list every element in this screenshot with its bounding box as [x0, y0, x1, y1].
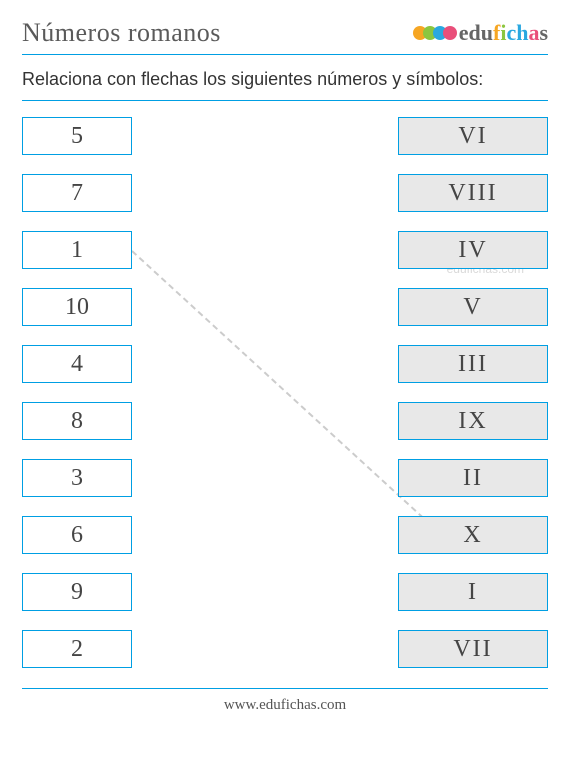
roman-box[interactable]: I	[398, 573, 548, 611]
roman-box[interactable]: II	[398, 459, 548, 497]
number-box[interactable]: 10	[22, 288, 132, 326]
roman-box[interactable]: VI	[398, 117, 548, 155]
roman-box[interactable]: V	[398, 288, 548, 326]
columns: 5 7 1 10 4 8 3 6 9 2 VI VIII IV V III IX…	[22, 117, 548, 668]
roman-box[interactable]: IV	[398, 231, 548, 269]
roman-box[interactable]: X	[398, 516, 548, 554]
number-box[interactable]: 3	[22, 459, 132, 497]
number-box[interactable]: 8	[22, 402, 132, 440]
logo-cloud-icon	[413, 26, 457, 40]
top-divider	[22, 100, 548, 101]
number-box[interactable]: 2	[22, 630, 132, 668]
bottom-divider	[22, 688, 548, 689]
number-box[interactable]: 6	[22, 516, 132, 554]
roman-box[interactable]: III	[398, 345, 548, 383]
number-box[interactable]: 4	[22, 345, 132, 383]
right-column: VI VIII IV V III IX II X I VII	[398, 117, 548, 668]
worksheet-page: Números romanos edufichas Relaciona con …	[0, 0, 570, 726]
number-box[interactable]: 5	[22, 117, 132, 155]
brand-logo: edufichas	[413, 20, 548, 46]
number-box[interactable]: 1	[22, 231, 132, 269]
footer-url: www.edufichas.com	[22, 697, 548, 726]
left-column: 5 7 1 10 4 8 3 6 9 2	[22, 117, 132, 668]
roman-box[interactable]: VII	[398, 630, 548, 668]
roman-box[interactable]: VIII	[398, 174, 548, 212]
header: Números romanos edufichas	[22, 18, 548, 55]
number-box[interactable]: 9	[22, 573, 132, 611]
number-box[interactable]: 7	[22, 174, 132, 212]
page-title: Números romanos	[22, 18, 221, 48]
matching-area: edufichas.com 5 7 1 10 4 8 3 6 9 2 VI VI…	[22, 117, 548, 668]
instruction-text: Relaciona con flechas los siguientes núm…	[22, 69, 548, 90]
logo-text: edufichas	[459, 20, 548, 46]
roman-box[interactable]: IX	[398, 402, 548, 440]
